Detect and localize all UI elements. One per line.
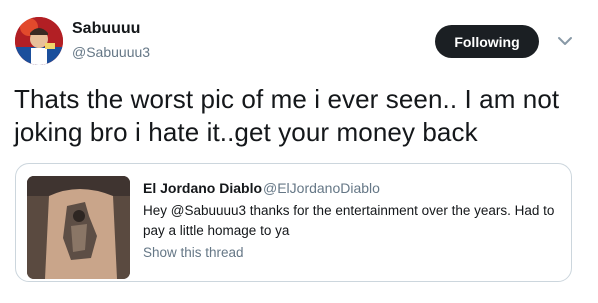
quoted-tweet-image[interactable] xyxy=(27,176,130,279)
tweet-text: Thats the worst pic of me i ever seen.. … xyxy=(14,84,560,147)
quoted-author-name: El Jordano Diablo xyxy=(143,180,263,196)
quoted-tweet-text: Hey @Sabuuuu3 thanks for the entertainme… xyxy=(143,203,555,238)
chevron-down-icon[interactable] xyxy=(557,34,573,46)
show-thread-link[interactable]: Show this thread xyxy=(143,245,244,260)
avatar[interactable] xyxy=(15,17,63,65)
author-handle[interactable]: @Sabuuuu3 xyxy=(72,44,150,60)
following-button[interactable]: Following xyxy=(435,25,539,58)
quoted-author-handle: @ElJordanoDiablo xyxy=(263,180,380,196)
author-name[interactable]: Sabuuuu xyxy=(72,20,140,38)
avatar-image xyxy=(15,17,63,65)
quoted-tweet-card[interactable]: El Jordano Diablo @ElJordanoDiablo Hey @… xyxy=(15,163,572,282)
